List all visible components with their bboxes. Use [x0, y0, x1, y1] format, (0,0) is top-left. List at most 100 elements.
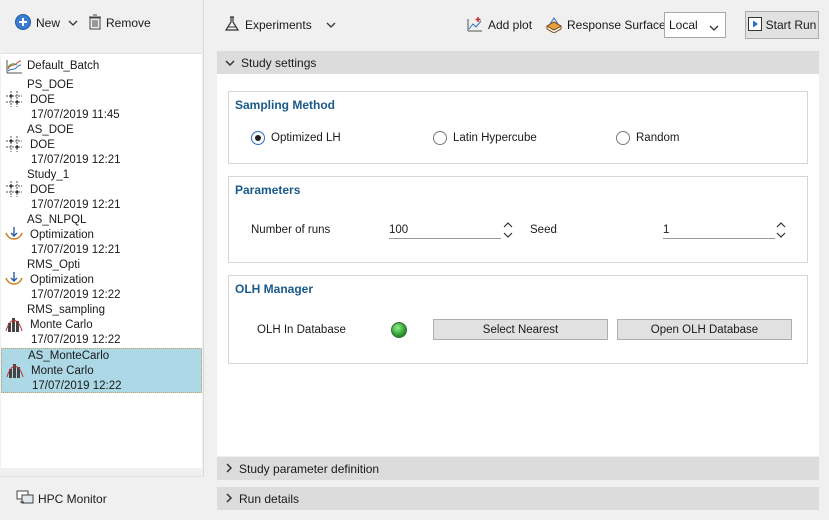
study-date: 17/07/2019 12:22	[32, 380, 122, 392]
seed-label: Seed	[530, 224, 557, 236]
seed-input[interactable]: 1	[663, 221, 775, 239]
study-list: Default_Batch PS_DOE DOE 17/07/2019 11:4…	[1, 53, 202, 468]
select-nearest-button[interactable]: Select Nearest	[433, 319, 608, 340]
sampling-method-title: Sampling Method	[235, 98, 335, 112]
study-type: DOE	[30, 184, 55, 196]
start-run-button[interactable]: Start Run	[745, 11, 819, 39]
new-button-label: New	[36, 16, 61, 30]
study-type: Monte Carlo	[30, 319, 93, 331]
seed-value: 1	[663, 223, 670, 236]
study-item-as-nlpql[interactable]: AS_NLPQL Optimization 17/07/2019 12:21	[1, 213, 202, 258]
study-date: 17/07/2019 12:22	[31, 289, 121, 301]
doe-icon	[5, 90, 23, 108]
new-dropdown-chevron-icon[interactable]	[68, 16, 78, 30]
study-item-study-1[interactable]: Study_1 DOE 17/07/2019 12:21	[1, 168, 202, 213]
add-plot-button[interactable]: Add plot	[466, 12, 532, 38]
study-name: Study_1	[27, 169, 70, 181]
optimization-icon	[5, 225, 23, 243]
radio-unselected-icon	[616, 131, 630, 145]
study-date: 17/07/2019 12:21	[31, 199, 121, 211]
open-olh-database-label: Open OLH Database	[650, 323, 759, 336]
study-name: Default_Batch	[27, 60, 100, 72]
study-item-default-batch[interactable]: Default_Batch	[1, 54, 202, 78]
study-toolbar: New Remove	[0, 0, 204, 46]
play-icon	[747, 16, 762, 34]
study-name: RMS_Opti	[27, 259, 81, 271]
study-date: 17/07/2019 12:21	[31, 244, 121, 256]
olh-in-database-label: OLH In Database	[257, 324, 346, 336]
study-settings-title: Study settings	[241, 55, 317, 70]
study-date: 17/07/2019 11:45	[31, 109, 120, 121]
radio-optimized-lh[interactable]: Optimized LH	[251, 131, 341, 145]
olh-manager-title: OLH Manager	[235, 282, 314, 296]
radio-latin-hypercube[interactable]: Latin Hypercube	[433, 131, 537, 145]
number-of-runs-label: Number of runs	[251, 224, 331, 236]
runs-spinner-arrows-icon[interactable]	[503, 221, 513, 239]
study-name: AS_MonteCarlo	[28, 350, 110, 362]
number-of-runs-input[interactable]: 100	[389, 221, 501, 239]
study-type: DOE	[30, 94, 55, 106]
sampling-method-group: Sampling Method Optimized LH Latin Hyper…	[228, 91, 808, 164]
doe-icon	[5, 180, 23, 198]
study-type: DOE	[30, 139, 55, 151]
hpc-monitor-label: HPC Monitor	[38, 491, 107, 506]
study-name: PS_DOE	[27, 79, 74, 91]
study-name: RMS_sampling	[27, 304, 105, 316]
add-icon	[14, 13, 32, 34]
seed-spinner-arrows-icon[interactable]	[776, 221, 786, 239]
chevron-down-icon	[225, 56, 235, 70]
radio-random[interactable]: Random	[616, 131, 679, 145]
doe-icon	[5, 135, 23, 153]
olh-manager-group: OLH Manager OLH In Database Select Neare…	[228, 275, 808, 364]
monte-carlo-icon	[6, 361, 24, 379]
remove-button[interactable]: Remove	[88, 10, 151, 36]
open-olh-database-button[interactable]: Open OLH Database	[617, 319, 792, 340]
response-surface-icon	[545, 15, 563, 36]
radio-label: Optimized LH	[271, 132, 341, 144]
experiments-button[interactable]: Experiments	[223, 12, 336, 38]
add-plot-icon	[466, 15, 484, 36]
radio-unselected-icon	[433, 131, 447, 145]
study-type: Optimization	[30, 229, 94, 241]
hpc-monitor-button[interactable]: HPC Monitor	[0, 476, 204, 520]
study-item-ps-doe[interactable]: PS_DOE DOE 17/07/2019 11:45	[1, 78, 202, 123]
location-value: Local	[669, 18, 698, 32]
select-nearest-label: Select Nearest	[482, 323, 559, 336]
monte-carlo-icon	[5, 315, 23, 333]
location-select[interactable]: Local	[664, 12, 726, 38]
study-date: 17/07/2019 12:22	[31, 334, 121, 346]
study-parameter-definition-header[interactable]: Study parameter definition	[217, 457, 819, 480]
study-item-rms-opti[interactable]: RMS_Opti Optimization 17/07/2019 12:22	[1, 258, 202, 303]
radio-label: Latin Hypercube	[453, 132, 537, 144]
flask-icon	[223, 15, 241, 36]
experiments-label: Experiments	[245, 18, 312, 32]
editor-toolbar: Experiments Add plot Response Surface Lo…	[205, 0, 829, 48]
optimization-icon	[5, 270, 23, 288]
parameters-title: Parameters	[235, 183, 301, 197]
chevron-down-icon	[709, 21, 719, 35]
chevron-right-icon	[225, 492, 233, 506]
new-button[interactable]: New	[14, 10, 60, 36]
olh-status-indicator-icon	[391, 322, 407, 338]
study-type: Optimization	[30, 274, 94, 286]
study-item-as-doe[interactable]: AS_DOE DOE 17/07/2019 12:21	[1, 123, 202, 168]
study-item-rms-sampling[interactable]: RMS_sampling Monte Carlo 17/07/2019 12:2…	[1, 303, 202, 348]
study-settings-header[interactable]: Study settings	[217, 51, 819, 74]
response-surface-button[interactable]: Response Surface	[545, 12, 666, 38]
chevron-down-icon	[326, 18, 336, 32]
study-editor: Experiments Add plot Response Surface Lo…	[205, 0, 829, 520]
hpc-monitor-icon	[16, 489, 34, 508]
study-type: Monte Carlo	[31, 365, 94, 377]
study-settings-panel: Sampling Method Optimized LH Latin Hyper…	[217, 74, 819, 456]
radio-label: Random	[636, 132, 680, 144]
start-run-label: Start Run	[765, 18, 817, 32]
run-details-header[interactable]: Run details	[217, 487, 819, 510]
study-item-as-montecarlo[interactable]: AS_MonteCarlo Monte Carlo 17/07/2019 12:…	[1, 348, 202, 393]
number-of-runs-value: 100	[389, 223, 409, 236]
chevron-right-icon	[225, 462, 233, 476]
study-parameter-definition-title: Study parameter definition	[239, 461, 380, 476]
response-surface-label: Response Surface	[567, 18, 666, 32]
study-panel: New Remove Default_Batch PS_DOE DOE 17/0…	[0, 0, 204, 520]
run-details-title: Run details	[239, 491, 300, 506]
study-date: 17/07/2019 12:21	[31, 154, 121, 166]
